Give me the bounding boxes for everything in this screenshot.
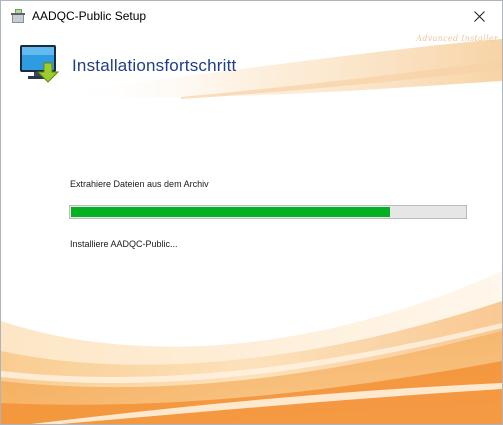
close-icon	[473, 10, 485, 22]
monitor-download-icon	[20, 45, 60, 83]
progress-status-text: Extrahiere Dateien aus dem Archiv	[70, 179, 209, 189]
close-button[interactable]	[456, 1, 502, 31]
installer-page: Installationsfortschritt Advanced Instal…	[1, 31, 502, 424]
progress-detail-text: Installiere AADQC-Public...	[70, 239, 178, 249]
progress-fill	[71, 207, 390, 217]
page-title: Installationsfortschritt	[72, 56, 237, 75]
background-swoosh-art	[1, 39, 502, 424]
setup-app-icon	[11, 9, 25, 23]
setup-window: AADQC-Public Setup Installationsfortschr…	[0, 0, 503, 425]
brand-watermark: Advanced Installer	[416, 34, 498, 43]
progress-bar	[69, 205, 467, 219]
window-title: AADQC-Public Setup	[32, 9, 147, 23]
title-bar[interactable]: AADQC-Public Setup	[1, 1, 502, 31]
